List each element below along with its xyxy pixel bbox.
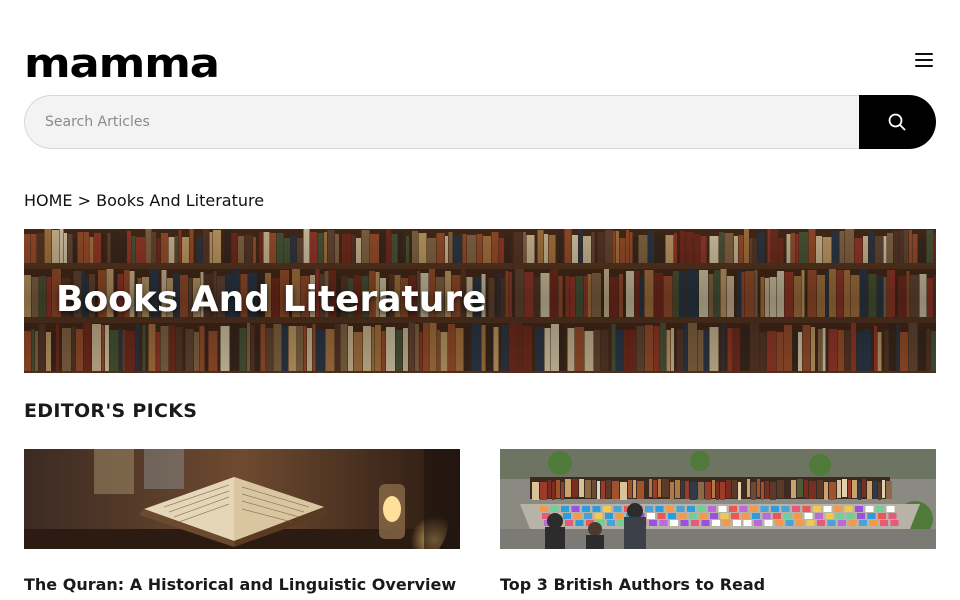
search-input[interactable] xyxy=(24,95,864,149)
article-card[interactable]: The Quran: A Historical and Linguistic O… xyxy=(24,449,460,594)
hero-title: Books And Literature xyxy=(56,279,487,320)
search-icon xyxy=(888,113,906,131)
article-card[interactable]: Top 3 British Authors to Read xyxy=(500,449,936,594)
quran-book-image xyxy=(24,449,460,549)
article-title[interactable]: The Quran: A Historical and Linguistic O… xyxy=(24,575,456,594)
search-bar xyxy=(24,95,936,149)
hamburger-icon[interactable] xyxy=(914,50,934,70)
editors-picks-heading: EDITOR'S PICKS xyxy=(24,400,198,422)
site-logo[interactable]: mamma xyxy=(24,44,220,84)
site-header: mamma xyxy=(24,44,936,84)
article-title[interactable]: Top 3 British Authors to Read xyxy=(500,575,765,594)
breadcrumb-separator: > xyxy=(77,191,92,210)
breadcrumb-home-link[interactable]: HOME xyxy=(24,191,73,210)
breadcrumb: HOME > Books And Literature xyxy=(24,191,264,210)
bookstall-image xyxy=(500,449,936,549)
search-button[interactable] xyxy=(859,95,936,149)
breadcrumb-current: Books And Literature xyxy=(96,191,265,210)
category-hero-banner: Books And Literature xyxy=(24,229,936,373)
